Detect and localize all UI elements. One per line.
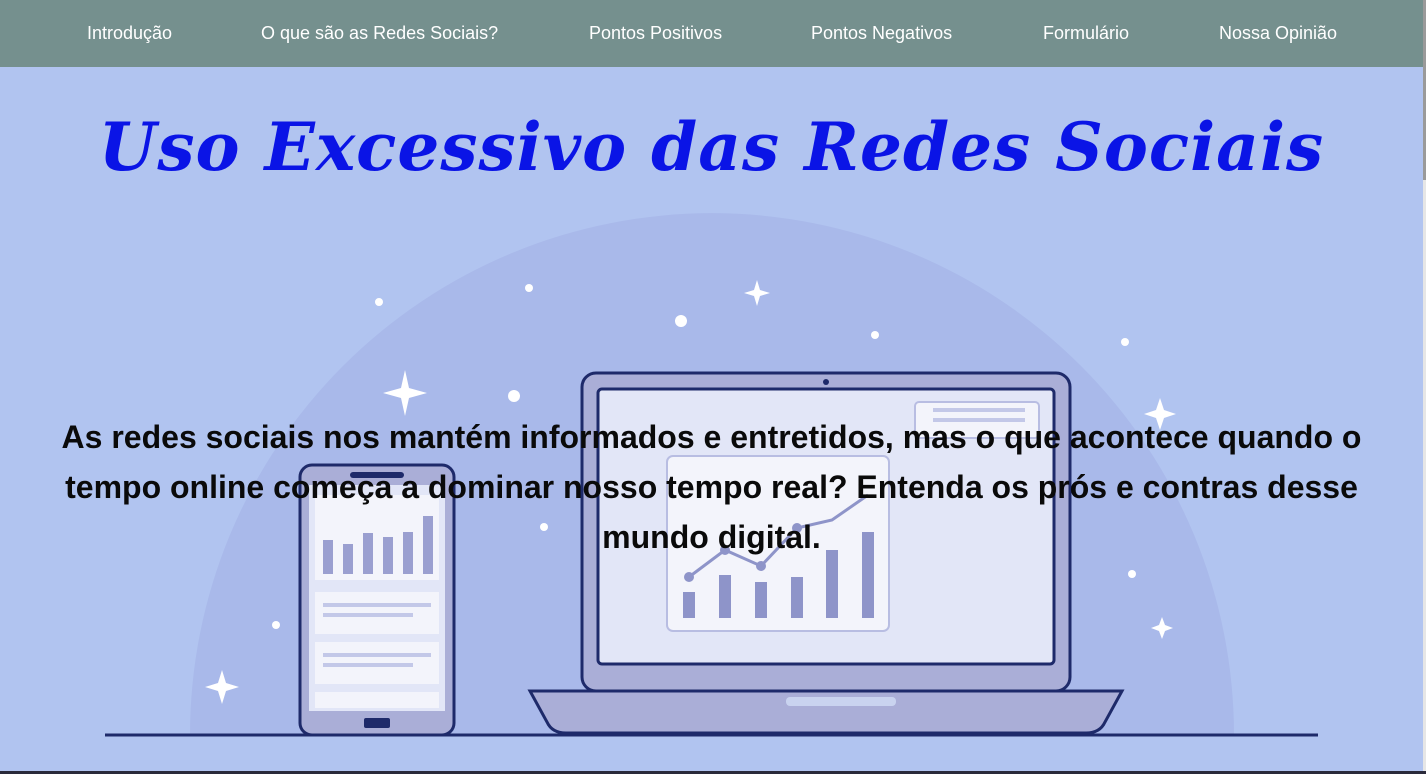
hero-illustration [105,213,1318,737]
hero-description: As redes sociais nos mantém informados e… [61,419,1362,555]
